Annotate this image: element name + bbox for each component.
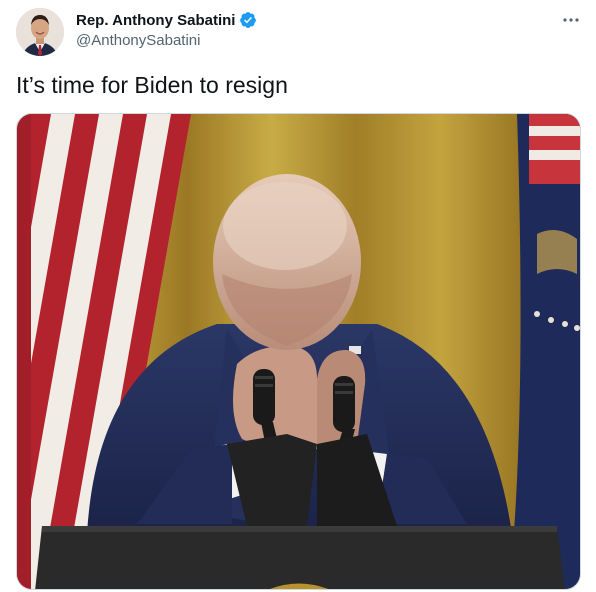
more-horizontal-icon[interactable] bbox=[560, 10, 582, 30]
avatar[interactable] bbox=[16, 8, 64, 56]
tweet-text: It’s time for Biden to resign bbox=[16, 72, 288, 98]
verified-badge-icon bbox=[239, 11, 257, 29]
photo-image bbox=[17, 114, 580, 589]
avatar-photo-icon bbox=[16, 8, 64, 56]
author-handle[interactable]: @AnthonySabatini bbox=[76, 32, 257, 49]
tweet-card: Rep. Anthony Sabatini @AnthonySabatini I… bbox=[0, 0, 596, 592]
author-name-row: Rep. Anthony Sabatini bbox=[76, 10, 257, 30]
author-display-name[interactable]: Rep. Anthony Sabatini bbox=[76, 12, 235, 29]
tweet-media-photo[interactable] bbox=[16, 113, 581, 590]
author-block: Rep. Anthony Sabatini @AnthonySabatini bbox=[76, 10, 257, 49]
